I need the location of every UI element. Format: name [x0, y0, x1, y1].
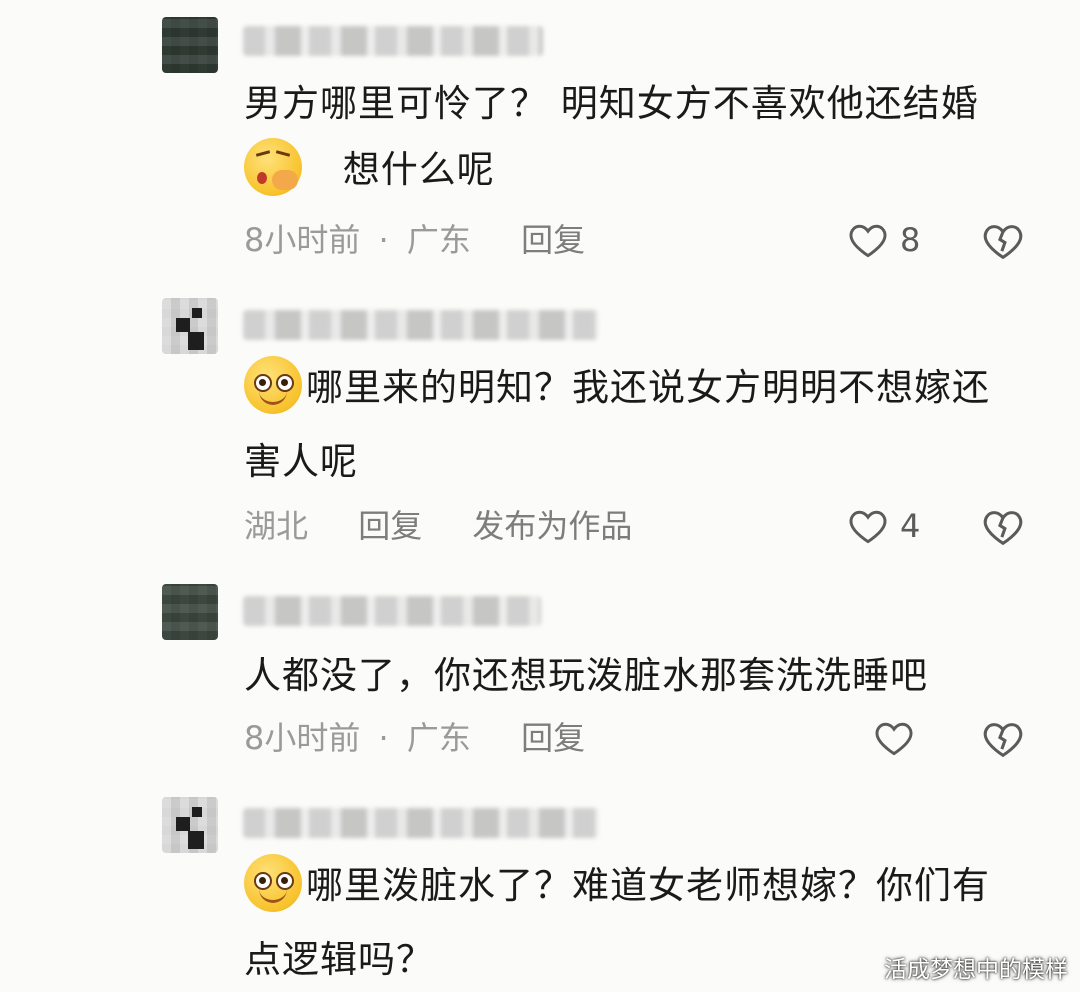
comment-line: 害人呢: [244, 440, 358, 483]
comment-location: 广东: [406, 719, 471, 757]
smiling-face-emoji-icon: [244, 854, 302, 912]
publish-as-post-button[interactable]: 发布为作品: [472, 507, 632, 545]
meta-separator: ·: [378, 719, 389, 757]
comment-text: 人都没了，你还想玩泼脏水那套洗洗睡吧: [244, 644, 928, 708]
avatar[interactable]: [162, 584, 218, 640]
comment-line: 男方哪里可怜了？ 明知女方不喜欢他还结婚: [244, 82, 979, 125]
like-button[interactable]: [872, 714, 916, 762]
like-button[interactable]: 4: [846, 502, 920, 550]
comment-line: 哪里泼脏水了？难道女老师想嫁？你们有: [244, 854, 990, 918]
broken-heart-icon[interactable]: [980, 716, 1026, 762]
reply-button[interactable]: 回复: [521, 221, 585, 259]
avatar[interactable]: [162, 797, 218, 853]
comment-time: 8小时前: [244, 719, 361, 757]
comment-meta: 湖北 回复 发布为作品: [244, 502, 632, 550]
comment-line: 哪里来的明知？我还说女方明明不想嫁还: [244, 356, 990, 420]
smiling-face-emoji-icon: [244, 356, 302, 414]
comment-meta: 8小时前 · 广东 回复: [244, 216, 585, 264]
username-blurred[interactable]: [243, 26, 543, 56]
broken-heart-icon[interactable]: [980, 504, 1026, 550]
watermark: 活成梦想中的模样: [884, 957, 1068, 983]
reply-button[interactable]: 回复: [358, 507, 422, 545]
reply-button[interactable]: 回复: [521, 719, 585, 757]
comment-location: 湖北: [244, 507, 309, 545]
comment-text: 哪里泼脏水了？难道女老师想嫁？你们有 点逻辑吗？: [244, 854, 990, 992]
username-blurred[interactable]: [243, 310, 598, 340]
broken-heart-icon[interactable]: [980, 218, 1026, 264]
comment-time: 8小时前: [244, 221, 361, 259]
heart-icon: [849, 224, 887, 258]
comment-text: 哪里来的明知？我还说女方明明不想嫁还 害人呢: [244, 356, 990, 494]
like-count: 8: [900, 221, 921, 259]
like-button[interactable]: 8: [846, 216, 920, 264]
heart-icon: [849, 510, 887, 544]
username-blurred[interactable]: [243, 596, 541, 626]
like-count: 4: [900, 507, 921, 545]
comment-line: 想什么呢: [244, 138, 979, 202]
heart-icon: [875, 722, 913, 756]
avatar[interactable]: [162, 298, 218, 354]
comment-location: 广东: [406, 221, 471, 259]
meta-separator: ·: [378, 221, 389, 259]
comment-line: 人都没了，你还想玩泼脏水那套洗洗睡吧: [244, 654, 928, 697]
thinking-face-emoji-icon: [244, 138, 302, 196]
comment-text: 男方哪里可怜了？ 明知女方不喜欢他还结婚 想什么呢: [244, 72, 979, 202]
avatar[interactable]: [162, 17, 218, 73]
comment-meta: 8小时前 · 广东 回复: [244, 714, 585, 762]
comment-line: 点逻辑吗？: [244, 938, 434, 981]
username-blurred[interactable]: [243, 808, 598, 838]
